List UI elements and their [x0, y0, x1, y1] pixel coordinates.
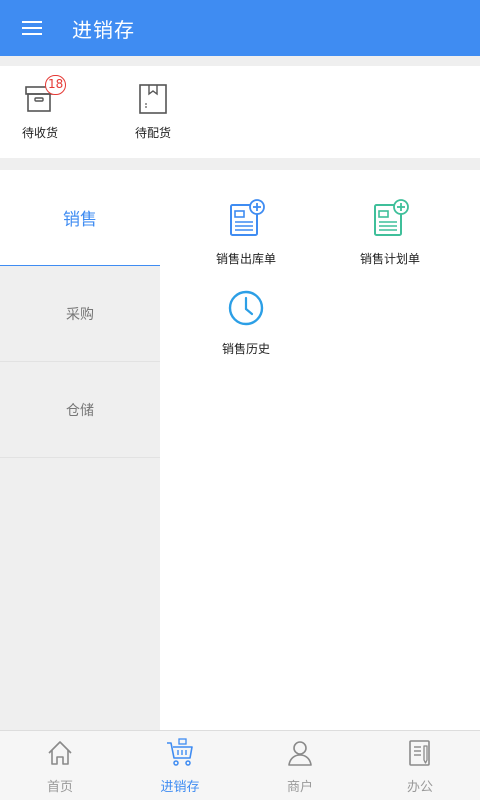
tab-label: 商户: [286, 780, 313, 795]
sidebar-item-sales[interactable]: 销售: [0, 170, 160, 266]
user-icon: [288, 741, 312, 766]
hamburger-menu-icon: [22, 21, 42, 35]
clock-icon: [228, 290, 264, 326]
grid-item-label: 销售计划单: [359, 252, 420, 266]
tab-merchant[interactable]: 商户: [240, 731, 360, 800]
notepad-icon: [409, 740, 430, 766]
grid-item-label: 销售出库单: [215, 252, 276, 266]
tab-home[interactable]: 首页: [0, 731, 120, 800]
app-header: 进销存: [0, 0, 480, 56]
cart-icon: [167, 738, 193, 766]
quick-action-pending-receipt[interactable]: 18 待收货: [0, 75, 80, 141]
menu-button[interactable]: [0, 0, 64, 56]
sidebar-item-purchase[interactable]: 采购: [0, 266, 160, 362]
tab-label: 办公: [406, 780, 433, 795]
bottom-navigation: 首页 进销存 商户 办公: [0, 730, 480, 800]
count-badge: 18: [45, 75, 67, 95]
sales-plan-order-button[interactable]: 销售计划单: [310, 198, 470, 267]
document-add-icon: [230, 199, 265, 236]
app-screen: 进销存 18 待收货 待配货 销售 采购 仓储 销售出库单 销售计划单 销售历史…: [0, 0, 480, 800]
package-icon: [139, 84, 167, 114]
quick-action-label: 待收货: [21, 126, 58, 140]
quick-actions: 18 待收货 待配货: [0, 66, 480, 158]
home-icon: [48, 741, 72, 765]
page-title: 进销存: [72, 17, 135, 42]
tab-label: 首页: [46, 780, 73, 795]
document-add-icon: [374, 199, 409, 236]
tab-label: 进销存: [160, 780, 200, 795]
grid-item-label: 销售历史: [221, 342, 270, 356]
category-sidebar: 销售 采购 仓储: [0, 170, 160, 730]
quick-action-pending-allocation[interactable]: 待配货: [113, 80, 193, 141]
sidebar-item-storage[interactable]: 仓储: [0, 362, 160, 458]
function-grid: 销售出库单 销售计划单 销售历史: [160, 170, 480, 730]
sales-outbound-order-button[interactable]: 销售出库单: [166, 198, 326, 267]
main-panel: 销售 采购 仓储 销售出库单 销售计划单 销售历史: [0, 170, 480, 730]
sales-history-button[interactable]: 销售历史: [166, 288, 326, 357]
quick-action-label: 待配货: [134, 126, 171, 140]
tab-inventory[interactable]: 进销存: [120, 731, 240, 800]
tab-office[interactable]: 办公: [360, 731, 480, 800]
